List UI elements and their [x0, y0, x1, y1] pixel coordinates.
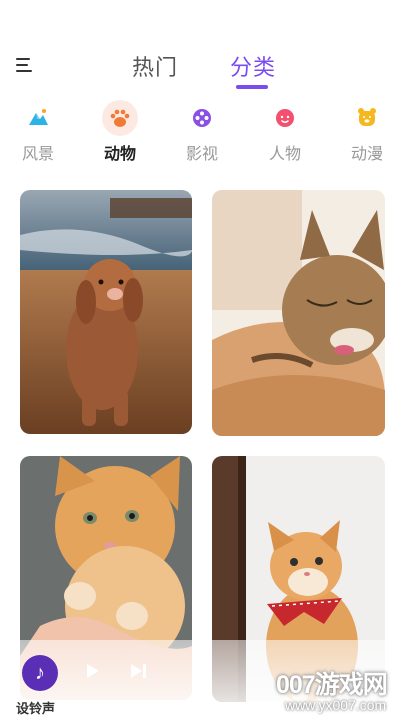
menu-icon[interactable] — [16, 58, 36, 76]
category-animals[interactable]: 动物 — [90, 100, 150, 164]
face-icon — [267, 100, 303, 136]
category-film[interactable]: 影视 — [172, 100, 232, 164]
watermark-logo: 007游戏网 — [276, 671, 388, 699]
music-note-icon[interactable]: ♪ — [22, 655, 58, 691]
film-reel-icon — [184, 100, 220, 136]
tab-category[interactable]: 分类 — [230, 50, 276, 82]
mountain-icon — [20, 100, 56, 136]
category-label: 动物 — [103, 146, 136, 163]
wallpaper-card-sleeping-cat[interactable] — [212, 190, 385, 436]
category-anime[interactable]: 动漫 — [337, 100, 397, 164]
category-label: 人物 — [268, 146, 301, 163]
set-ringtone-label[interactable]: 设铃声 — [16, 698, 55, 717]
dog-photo — [20, 190, 192, 434]
category-label: 影视 — [185, 146, 218, 163]
category-label: 动漫 — [350, 146, 383, 163]
tab-hot[interactable]: 热门 — [132, 50, 178, 82]
category-scenery[interactable]: 风景 — [8, 100, 68, 164]
play-icon[interactable] — [86, 663, 100, 679]
sleeping-cat-photo — [212, 190, 385, 436]
category-label: 风景 — [21, 146, 54, 163]
category-people[interactable]: 人物 — [255, 100, 315, 164]
watermark-url: www.yx007.com — [285, 697, 387, 713]
skip-next-icon[interactable] — [130, 663, 148, 679]
bear-icon — [349, 100, 385, 136]
paw-icon — [102, 100, 138, 136]
wallpaper-card-dog[interactable] — [20, 190, 192, 434]
active-tab-indicator — [236, 85, 268, 89]
